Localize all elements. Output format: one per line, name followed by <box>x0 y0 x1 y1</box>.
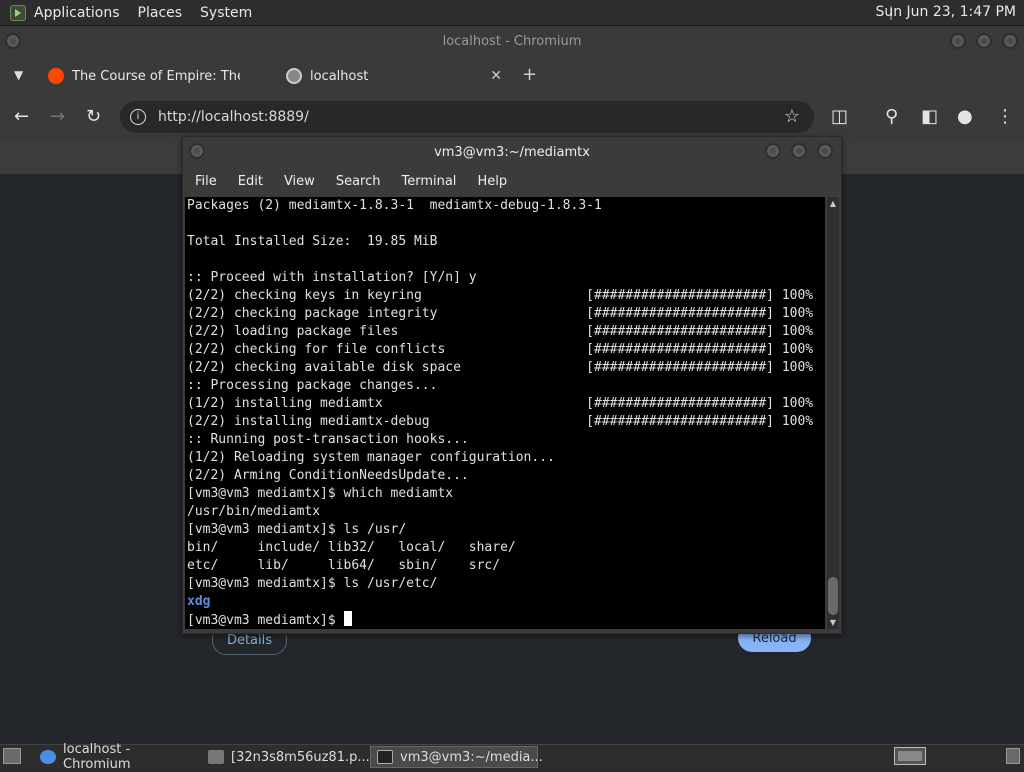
bookmark-star-icon[interactable]: ☆ <box>784 106 800 127</box>
terminal-line: (2/2) checking for file conflicts [#####… <box>187 342 814 357</box>
globe-icon <box>286 68 302 84</box>
terminal-menubar: File Edit View Search Terminal Help <box>183 167 841 195</box>
close-window-button[interactable] <box>1002 33 1018 49</box>
tab-search-chevron-icon[interactable]: ▼ <box>14 68 23 82</box>
menu-help[interactable]: Help <box>477 174 507 189</box>
extensions-icon[interactable]: ◫ <box>831 106 848 127</box>
reload-icon[interactable]: ↻ <box>86 106 101 127</box>
tab-label: localhost <box>310 68 369 84</box>
browser-window-title: localhost - Chromium <box>442 33 582 49</box>
terminal-line: :: Processing package changes... <box>187 378 438 393</box>
terminal-output[interactable]: Packages (2) mediamtx-1.8.3-1 mediamtx-d… <box>185 197 825 629</box>
close-tab-icon[interactable]: ✕ <box>490 68 502 84</box>
terminal-line: [vm3@vm3 mediamtx]$ ls /usr/ <box>187 522 407 537</box>
scrollbar-thumb[interactable] <box>828 577 838 615</box>
terminal-dir-entry: xdg <box>187 594 211 609</box>
menu-search[interactable]: Search <box>336 174 381 189</box>
terminal-scrollbar[interactable]: ▲ ▼ <box>827 197 839 629</box>
terminal-line: Packages (2) mediamtx-1.8.3-1 mediamtx-d… <box>187 198 602 213</box>
terminal-line: (1/2) installing mediamtx [#############… <box>187 396 814 411</box>
terminal-line: (1/2) Reloading system manager configura… <box>187 450 555 465</box>
more-menu-icon[interactable]: ⋮ <box>996 106 1014 127</box>
menu-applications[interactable]: Applications <box>34 5 120 21</box>
back-icon[interactable]: ← <box>14 106 29 127</box>
terminal-prompt: [vm3@vm3 mediamtx]$ <box>187 613 344 628</box>
terminal-line: etc/ lib/ lib64/ sbin/ src/ <box>187 558 501 573</box>
terminal-line: (2/2) checking package integrity [######… <box>187 306 814 321</box>
forward-icon[interactable]: → <box>50 106 65 127</box>
trash-icon[interactable] <box>1006 748 1020 764</box>
site-info-icon[interactable]: i <box>130 109 146 125</box>
terminal-window-menu-button[interactable] <box>189 143 205 159</box>
menu-system[interactable]: System <box>200 5 252 21</box>
image-viewer-icon <box>208 750 224 764</box>
scroll-up-icon[interactable]: ▲ <box>827 199 839 208</box>
url-text[interactable]: http://localhost:8889/ <box>158 109 309 125</box>
tab-strip: ▼ The Course of Empire: The Co localhost… <box>0 56 1024 92</box>
terminal-line: bin/ include/ lib32/ local/ share/ <box>187 540 516 555</box>
tab-label: The Course of Empire: The Co <box>72 68 240 84</box>
text-cursor <box>343 611 352 626</box>
side-panel-icon[interactable]: ◧ <box>921 106 938 127</box>
labs-flask-icon[interactable]: ⚲ <box>885 106 898 127</box>
menu-places[interactable]: Places <box>138 5 183 21</box>
chromium-icon <box>40 750 56 764</box>
menu-terminal[interactable]: Terminal <box>401 174 456 189</box>
clock[interactable]: Sun Jun 23, 1:47 PM <box>875 4 1016 20</box>
terminal-line: :: Proceed with installation? [Y/n] y <box>187 270 477 285</box>
applications-icon[interactable] <box>10 4 26 21</box>
terminal-line: (2/2) installing mediamtx-debug [#######… <box>187 414 814 429</box>
address-bar[interactable]: i http://localhost:8889/ ☆ <box>120 101 814 133</box>
terminal-line: [vm3@vm3 mediamtx]$ ls /usr/etc/ <box>187 576 438 591</box>
taskbar-item-image-viewer[interactable]: [32n3s8m56uz81.p... <box>202 746 370 768</box>
new-tab-icon[interactable]: + <box>522 64 537 85</box>
bottom-taskbar: localhost - Chromium [32n3s8m56uz81.p...… <box>0 742 1024 772</box>
menu-edit[interactable]: Edit <box>238 174 263 189</box>
terminal-window[interactable]: vm3@vm3:~/mediamtx File Edit View Search… <box>182 136 842 634</box>
terminal-line: :: Running post-transaction hooks... <box>187 432 469 447</box>
window-menu-button[interactable] <box>5 33 21 49</box>
terminal-line: (2/2) checking available disk space [###… <box>187 360 814 375</box>
terminal-prompt-line: [vm3@vm3 mediamtx]$ <box>187 611 825 629</box>
terminal-maximize-button[interactable] <box>791 143 807 159</box>
top-panel: Applications Places System Sun Jun 23, 1… <box>0 0 1024 26</box>
browser-titlebar[interactable]: localhost - Chromium <box>0 26 1024 56</box>
terminal-line: /usr/bin/mediamtx <box>187 504 321 519</box>
terminal-title: vm3@vm3:~/mediamtx <box>434 144 590 160</box>
maximize-button[interactable] <box>976 33 992 49</box>
terminal-line: (2/2) Arming ConditionNeedsUpdate... <box>187 468 469 483</box>
profile-icon[interactable]: ● <box>957 106 973 127</box>
taskbar-item-label: [32n3s8m56uz81.p... <box>231 749 370 765</box>
terminal-minimize-button[interactable] <box>765 143 781 159</box>
terminal-icon <box>377 750 393 764</box>
taskbar-item-terminal[interactable]: vm3@vm3:~/media... <box>370 746 543 768</box>
terminal-close-button[interactable] <box>817 143 833 159</box>
minimize-button[interactable] <box>950 33 966 49</box>
menu-file[interactable]: File <box>195 174 217 189</box>
terminal-line: (2/2) loading package files [###########… <box>187 324 814 339</box>
taskbar-item-chromium[interactable]: localhost - Chromium <box>34 742 200 772</box>
menu-view[interactable]: View <box>284 174 315 189</box>
terminal-line: [vm3@vm3 mediamtx]$ which mediamtx <box>187 486 454 501</box>
taskbar-item-label: vm3@vm3:~/media... <box>400 749 543 765</box>
reddit-icon <box>48 68 64 84</box>
terminal-titlebar[interactable]: vm3@vm3:~/mediamtx <box>183 137 841 167</box>
workspace-switcher[interactable] <box>894 747 926 765</box>
scroll-down-icon[interactable]: ▼ <box>827 618 839 627</box>
tab-course-of-empire[interactable]: The Course of Empire: The Co <box>40 60 272 92</box>
tab-localhost[interactable]: localhost ✕ <box>278 60 510 92</box>
terminal-line: (2/2) checking keys in keyring [########… <box>187 288 814 303</box>
terminal-line: Total Installed Size: 19.85 MiB <box>187 234 438 249</box>
show-desktop-icon[interactable] <box>3 748 21 764</box>
